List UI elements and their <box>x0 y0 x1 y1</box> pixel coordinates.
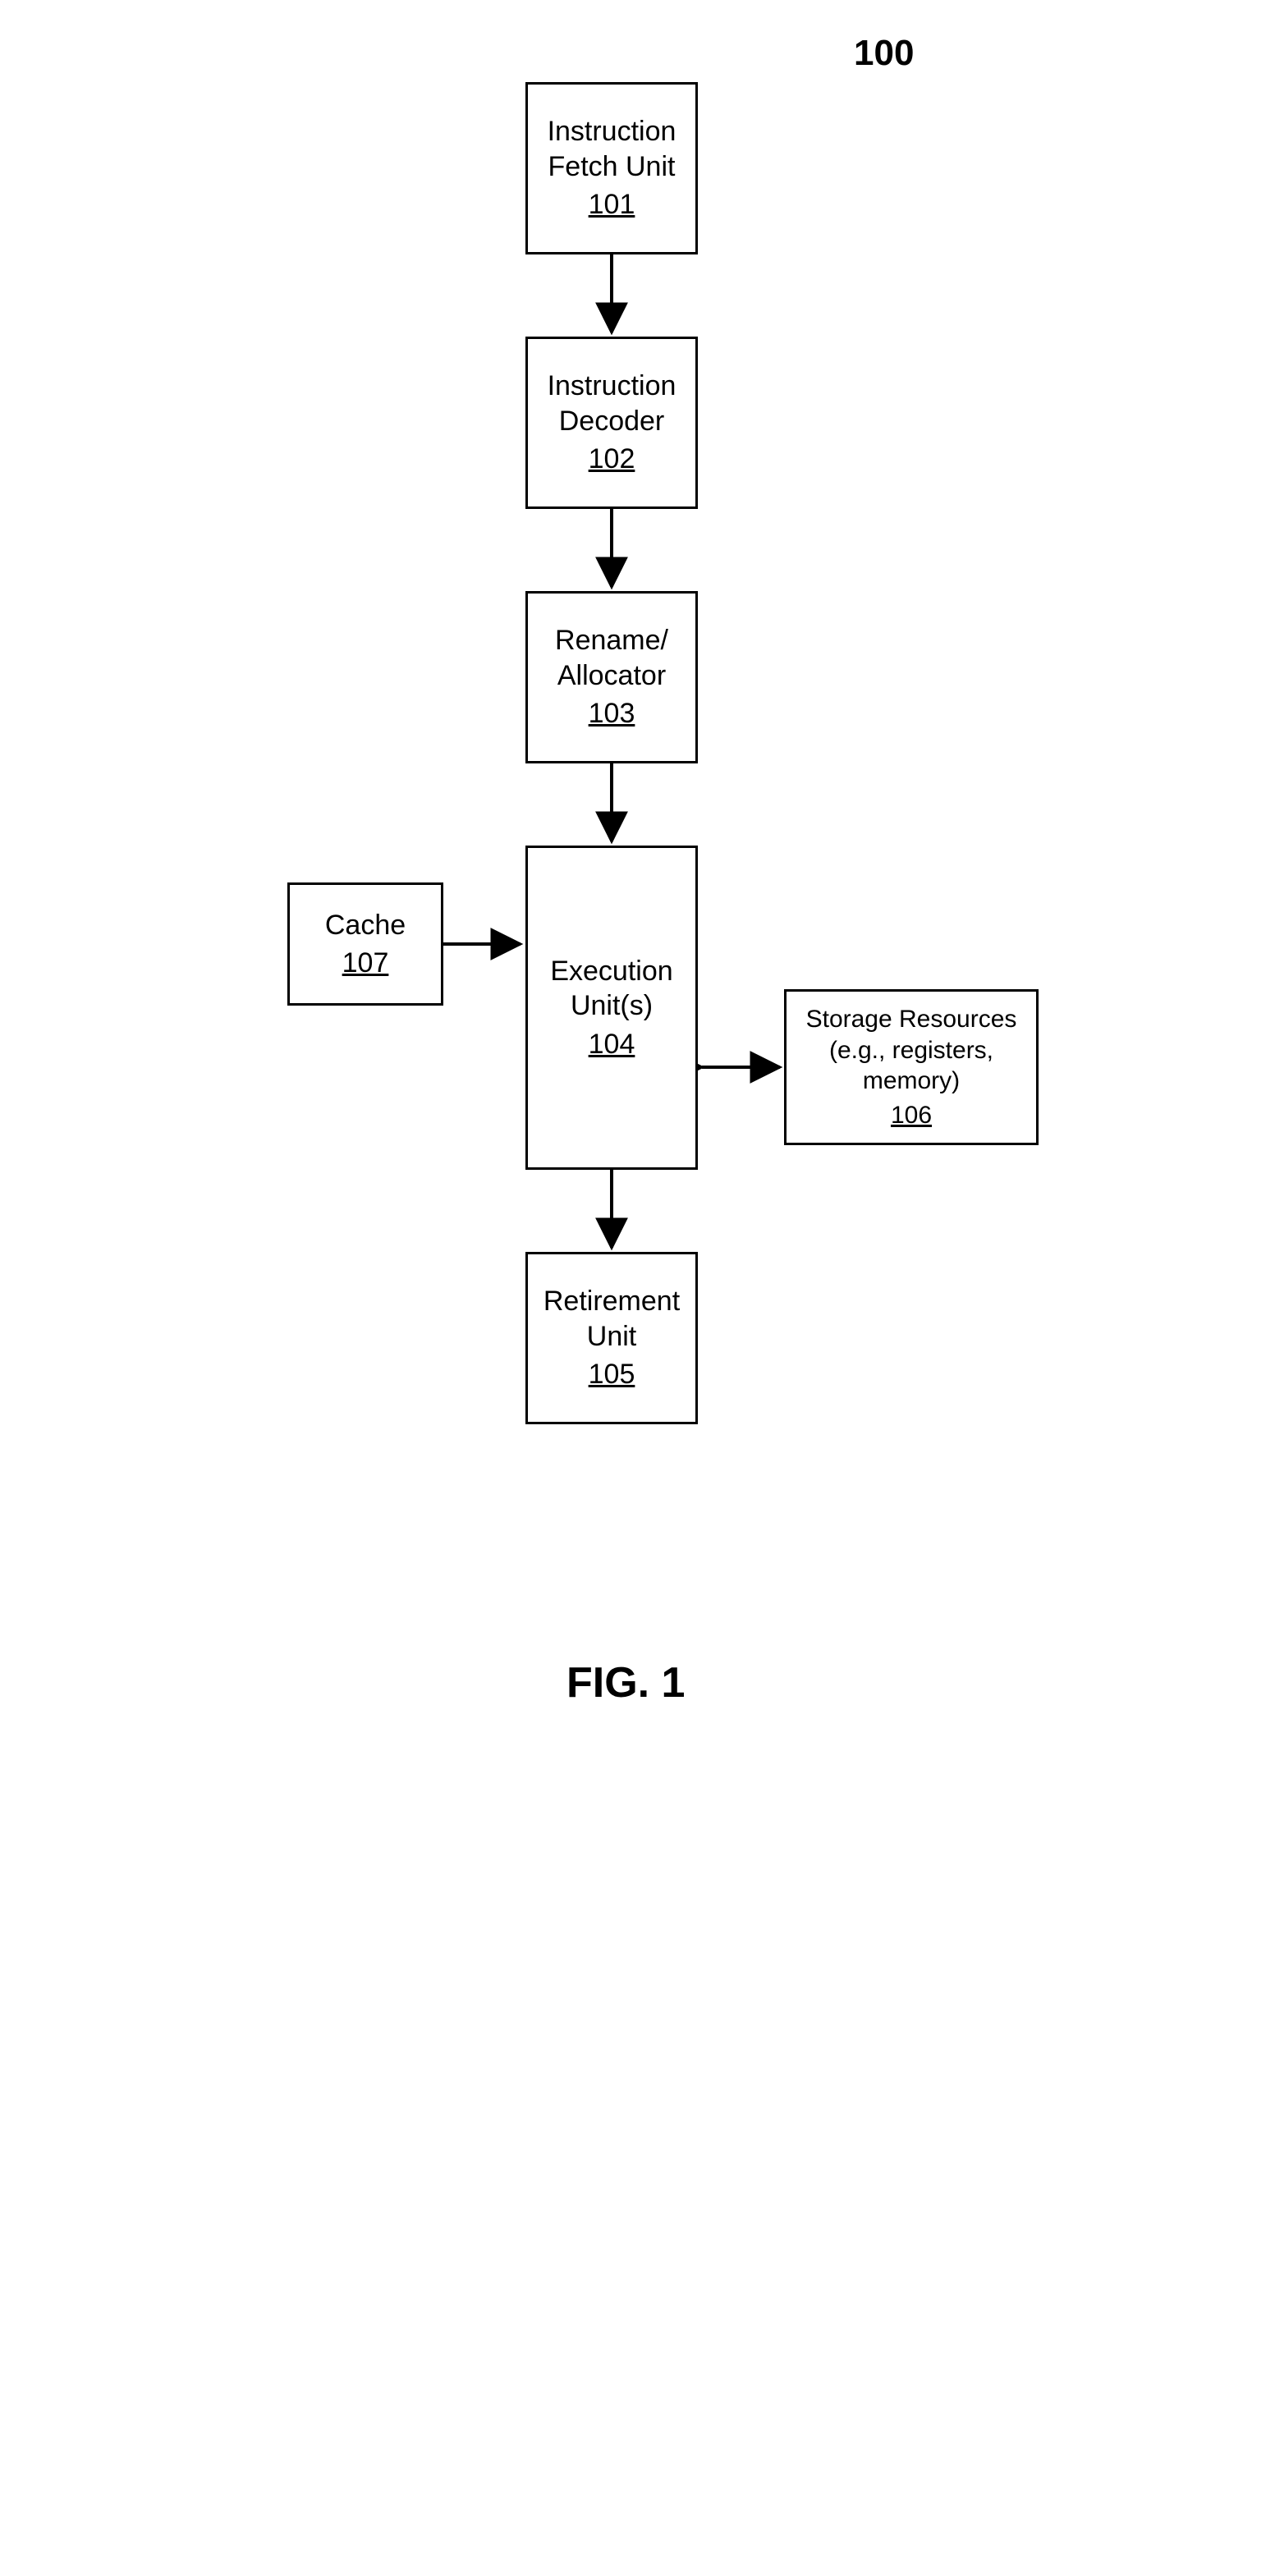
box-retirement-unit: Retirement Unit 105 <box>525 1252 698 1424</box>
box-ref: 103 <box>589 696 635 731</box>
box-rename-allocator: Rename/ Allocator 103 <box>525 591 698 763</box>
box-instruction-fetch: Instruction Fetch Unit 101 <box>525 82 698 254</box>
box-title: Decoder <box>559 404 665 439</box>
box-title: Rename/ <box>555 623 668 658</box>
box-cache: Cache 107 <box>287 882 443 1006</box>
box-title: Cache <box>325 908 406 943</box>
box-title: (e.g., registers, memory) <box>787 1035 1036 1097</box>
box-title: Instruction <box>548 114 676 149</box>
box-title: Retirement <box>543 1284 680 1319</box>
box-title: Instruction <box>548 369 676 404</box>
box-title: Execution Unit(s) <box>528 954 695 1024</box>
box-title: Unit <box>587 1319 636 1354</box>
box-instruction-decoder: Instruction Decoder 102 <box>525 337 698 509</box>
box-execution-units: Execution Unit(s) 104 <box>525 846 698 1170</box>
box-ref: 105 <box>589 1357 635 1392</box>
box-title: Allocator <box>557 658 666 694</box>
box-title: Storage Resources <box>806 1004 1017 1035</box>
box-storage-resources: Storage Resources (e.g., registers, memo… <box>784 989 1039 1145</box>
box-ref: 104 <box>589 1027 635 1062</box>
figure-label: FIG. 1 <box>566 1658 685 1707</box>
box-ref: 101 <box>589 187 635 222</box>
diagram-page: 100 FIG. 1 Instruction Fetch Unit 101 In… <box>0 0 1275 2576</box>
box-ref: 106 <box>891 1100 932 1131</box>
figure-ref: 100 <box>854 33 914 74</box>
box-ref: 102 <box>589 442 635 477</box>
box-title: Fetch Unit <box>548 149 676 185</box>
box-ref: 107 <box>342 946 389 981</box>
